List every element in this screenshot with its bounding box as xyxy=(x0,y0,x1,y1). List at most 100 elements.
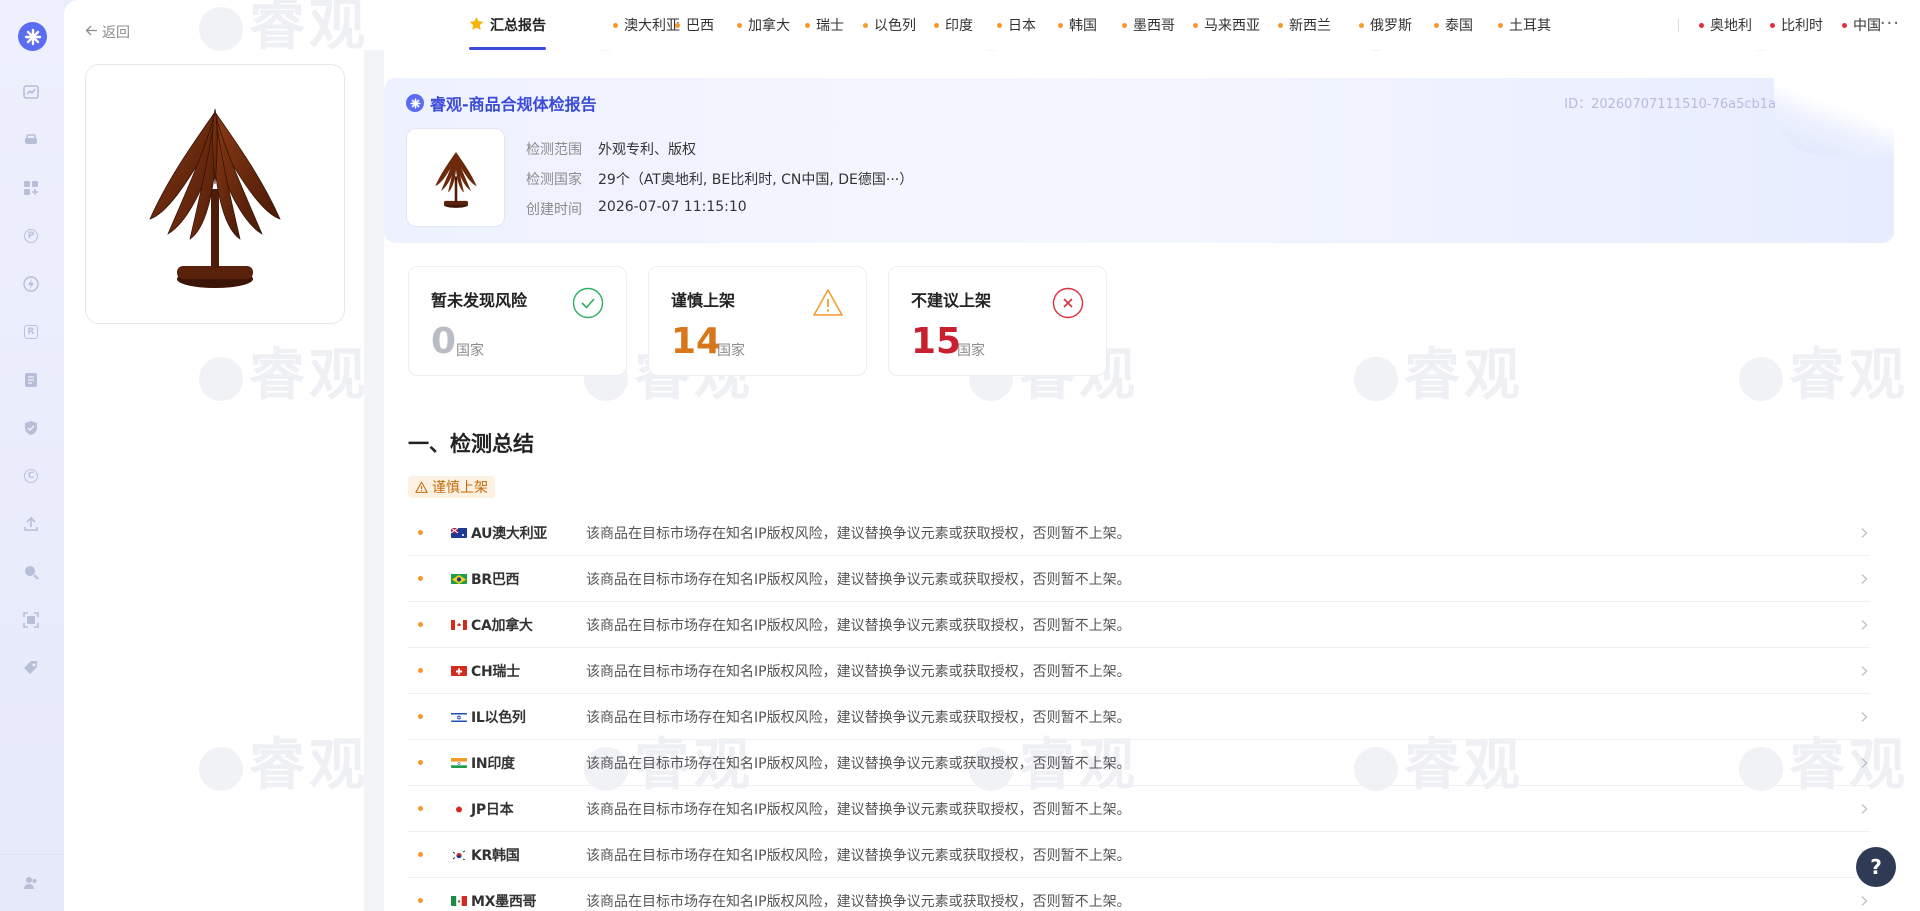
risk-description: 该商品在目标市场存在知名IP版权风险，建议替换争议元素或获取授权，否则暂不上架。 xyxy=(586,663,1131,680)
status-dot xyxy=(418,668,423,673)
search-zoom-icon[interactable] xyxy=(22,563,40,581)
meta-scope: 检测范围 外观专利、版权 xyxy=(526,139,696,159)
list-item[interactable]: IN印度 该商品在目标市场存在知名IP版权风险，建议替换争议元素或获取授权，否则暂… xyxy=(408,740,1870,786)
shield-check-icon[interactable] xyxy=(22,419,40,437)
tab-summary[interactable]: 汇总报告 xyxy=(469,0,546,50)
apps-add-icon[interactable] xyxy=(22,179,40,197)
app-logo-icon[interactable] xyxy=(18,22,47,51)
list-item[interactable]: BR巴西 该商品在目标市场存在知名IP版权风险，建议替换争议元素或获取授权，否则暂… xyxy=(408,556,1870,602)
column-divider xyxy=(364,50,384,911)
card-title: 暂未发现风险 xyxy=(431,291,528,310)
tab-country[interactable]: 瑞士 xyxy=(805,0,844,50)
report-thumbnail[interactable] xyxy=(406,128,505,227)
status-dot xyxy=(934,22,939,28)
tab-country[interactable]: 奥地利 xyxy=(1699,0,1752,50)
risk-description: 该商品在目标市场存在知名IP版权风险，建议替换争议元素或获取授权，否则暂不上架。 xyxy=(586,709,1131,726)
list-item[interactable]: MX墨西哥 该商品在目标市场存在知名IP版权风险，建议替换争议元素或获取授权，否则… xyxy=(408,878,1870,911)
tab-label: 中国 xyxy=(1853,18,1881,34)
car-icon[interactable] xyxy=(22,131,40,149)
tab-label: 奥地利 xyxy=(1710,18,1752,34)
card-count: 14 xyxy=(671,321,722,362)
report-id: ID：20260707111510-76a5cb1a xyxy=(1564,97,1776,112)
meta-value[interactable]: 29个（AT奥地利, BE比利时, CN中国, DE德国···） xyxy=(598,169,913,189)
tab-country[interactable]: 泰国 xyxy=(1434,0,1473,50)
meta-countries: 检测国家 29个（AT奥地利, BE比利时, CN中国, DE德国···） xyxy=(526,169,913,189)
tab-country[interactable]: 澳大利亚 xyxy=(613,0,680,50)
meta-key: 检测国家 xyxy=(526,172,582,188)
card-no-risk[interactable]: 暂未发现风险 0 国家 xyxy=(408,266,627,376)
list-item[interactable]: CA加拿大 该商品在目标市场存在知名IP版权风险，建议替换争议元素或获取授权，否则… xyxy=(408,602,1870,648)
document-icon[interactable] xyxy=(22,371,40,389)
patent-p-icon[interactable]: P xyxy=(22,227,40,245)
report-content: 睿观-商品合规体检报告 ID：20260707111510-76a5cb1a 检… xyxy=(384,50,1920,911)
help-button[interactable]: ? xyxy=(1856,847,1896,887)
image-scan-icon[interactable] xyxy=(22,611,40,629)
list-item[interactable]: KR韩国 该商品在目标市场存在知名IP版权风险，建议替换争议元素或获取授权，否则暂… xyxy=(408,832,1870,878)
status-dot xyxy=(1278,22,1283,28)
tab-country[interactable]: 以色列 xyxy=(863,0,916,50)
x-circle-icon xyxy=(1052,287,1084,319)
card-count: 15 xyxy=(911,321,962,362)
product-column: 返回 xyxy=(64,0,364,911)
card-not-recommended[interactable]: 不建议上架 15 国家 xyxy=(888,266,1107,376)
report-header: 睿观-商品合规体检报告 ID：20260707111510-76a5cb1a 检… xyxy=(384,78,1894,243)
card-caution[interactable]: 谨慎上架 14 国家 xyxy=(648,266,867,376)
more-tabs-icon[interactable]: ··· xyxy=(1880,13,1900,34)
status-dot xyxy=(418,806,423,811)
tab-label: 巴西 xyxy=(686,18,714,34)
back-link[interactable]: 返回 xyxy=(85,22,130,42)
status-dot xyxy=(1699,22,1704,28)
upload-icon[interactable] xyxy=(22,515,40,533)
status-dot xyxy=(1058,22,1063,28)
status-dot xyxy=(997,22,1002,28)
list-item[interactable]: JP日本 该商品在目标市场存在知名IP版权风险，建议替换争议元素或获取授权，否则暂… xyxy=(408,786,1870,832)
tab-country[interactable]: 俄罗斯 xyxy=(1359,0,1412,50)
trademark-r-icon[interactable]: R xyxy=(22,323,40,341)
caution-badge: 谨慎上架 xyxy=(408,476,495,498)
card-title: 不建议上架 xyxy=(911,291,992,310)
caution-badge-label: 谨慎上架 xyxy=(432,480,488,496)
product-image[interactable] xyxy=(85,64,345,324)
chevron-right-icon xyxy=(1861,757,1868,768)
status-dot xyxy=(1498,22,1503,28)
chevron-right-icon xyxy=(1861,619,1868,630)
tab-country[interactable]: 印度 xyxy=(934,0,973,50)
flag-jp-icon xyxy=(451,803,467,814)
tab-country[interactable]: 韩国 xyxy=(1058,0,1097,50)
country-name: CA加拿大 xyxy=(471,617,533,634)
list-item[interactable]: CH瑞士 该商品在目标市场存在知名IP版权风险，建议替换争议元素或获取授权，否则暂… xyxy=(408,648,1870,694)
status-dot xyxy=(675,22,680,28)
status-dot xyxy=(863,22,868,28)
status-dot xyxy=(418,898,423,903)
chevron-right-icon xyxy=(1861,573,1868,584)
tab-country[interactable]: 巴西 xyxy=(675,0,714,50)
list-item[interactable]: AU澳大利亚 该商品在目标市场存在知名IP版权风险，建议替换争议元素或获取授权，否… xyxy=(408,510,1870,556)
copyright-c-icon[interactable]: C xyxy=(22,467,40,485)
tag-icon[interactable] xyxy=(22,659,40,677)
tab-country[interactable]: 墨西哥 xyxy=(1122,0,1175,50)
tab-label: 韩国 xyxy=(1069,18,1097,34)
tab-country[interactable]: 土耳其 xyxy=(1498,0,1551,50)
rail-bottom xyxy=(0,854,64,911)
check-circle-icon xyxy=(572,287,604,319)
tab-country[interactable]: 加拿大 xyxy=(737,0,790,50)
tab-country[interactable]: 日本 xyxy=(997,0,1036,50)
country-name: KR韩国 xyxy=(471,847,520,864)
lightning-icon[interactable] xyxy=(22,275,40,293)
tab-country[interactable]: 比利时 xyxy=(1770,0,1823,50)
tab-country[interactable]: 中国 xyxy=(1842,0,1881,50)
users-icon[interactable] xyxy=(22,874,40,892)
risk-description: 该商品在目标市场存在知名IP版权风险，建议替换争议元素或获取授权，否则暂不上架。 xyxy=(586,847,1131,864)
status-dot xyxy=(1770,22,1775,28)
meta-key: 检测范围 xyxy=(526,142,582,158)
tab-country[interactable]: 新西兰 xyxy=(1278,0,1331,50)
warning-icon xyxy=(415,481,428,493)
chart-icon[interactable] xyxy=(22,83,40,101)
status-dot xyxy=(613,22,618,28)
risk-description: 该商品在目标市场存在知名IP版权风险，建议替换争议元素或获取授权，否则暂不上架。 xyxy=(586,893,1131,910)
tab-label: 泰国 xyxy=(1445,18,1473,34)
flag-br-icon xyxy=(451,573,467,584)
status-dot xyxy=(418,760,423,765)
tab-country[interactable]: 马来西亚 xyxy=(1193,0,1260,50)
list-item[interactable]: IL以色列 该商品在目标市场存在知名IP版权风险，建议替换争议元素或获取授权，否则… xyxy=(408,694,1870,740)
